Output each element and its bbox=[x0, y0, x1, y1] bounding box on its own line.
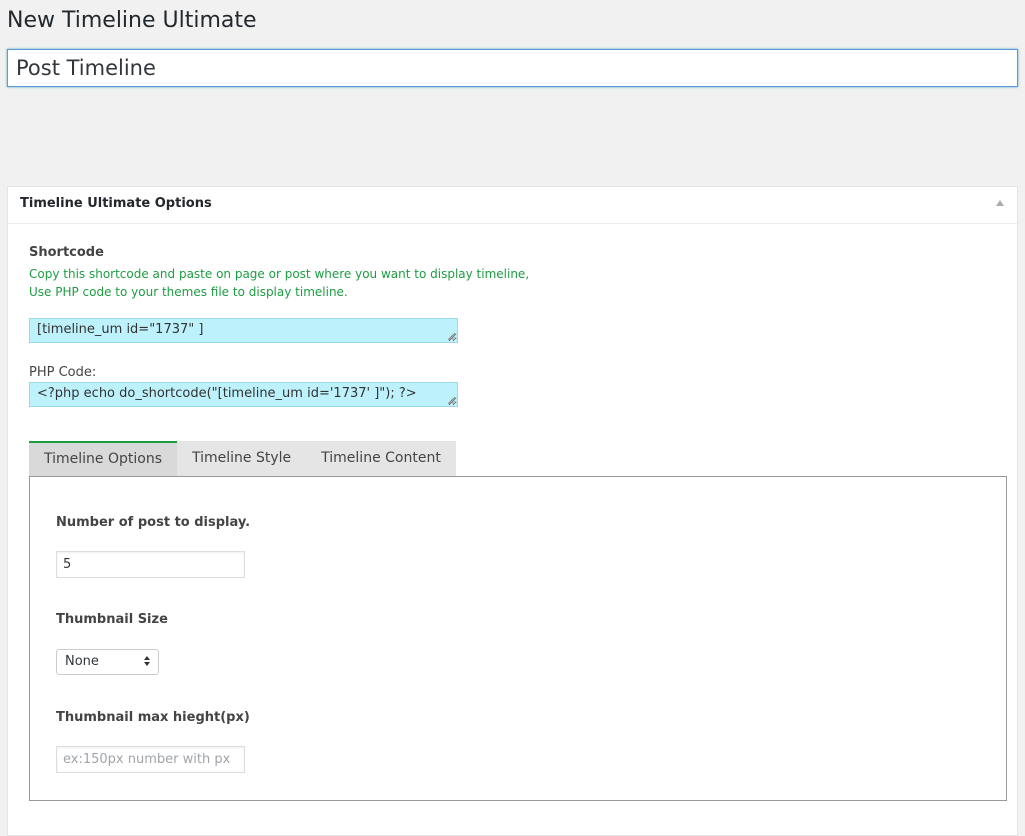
shortcode-help-line-1: Copy this shortcode and paste on page or… bbox=[29, 267, 530, 281]
metabox-header[interactable]: Timeline Ultimate Options bbox=[8, 187, 1017, 224]
thumb-size-label: Thumbnail Size bbox=[56, 612, 168, 627]
php-code-label: PHP Code: bbox=[29, 365, 97, 380]
shortcode-value: [timeline_um id="1737" ] bbox=[37, 322, 204, 337]
tab-timeline-style[interactable]: Timeline Style bbox=[177, 441, 307, 476]
num-posts-label: Number of post to display. bbox=[56, 515, 251, 530]
shortcode-label: Shortcode bbox=[29, 245, 104, 260]
thumb-size-selected: None bbox=[65, 654, 99, 669]
resize-grip-icon[interactable] bbox=[448, 333, 455, 340]
collapse-toggle-icon[interactable] bbox=[996, 200, 1004, 206]
page-title: New Timeline Ultimate bbox=[7, 8, 257, 33]
metabox-title: Timeline Ultimate Options bbox=[20, 196, 212, 211]
thumb-max-height-label: Thumbnail max hieght(px) bbox=[56, 710, 250, 725]
php-code-textarea[interactable]: <?php echo do_shortcode("[timeline_um id… bbox=[29, 382, 458, 407]
timeline-options-metabox: Timeline Ultimate Options Shortcode Copy… bbox=[7, 186, 1018, 836]
php-code-value: <?php echo do_shortcode("[timeline_um id… bbox=[37, 386, 417, 401]
tab-timeline-content[interactable]: Timeline Content bbox=[306, 441, 456, 476]
thumb-max-height-input[interactable] bbox=[56, 746, 245, 773]
tab-timeline-options[interactable]: Timeline Options bbox=[29, 441, 177, 476]
shortcode-help-line-2: Use PHP code to your themes file to disp… bbox=[29, 285, 348, 299]
post-title-input[interactable] bbox=[7, 49, 1018, 87]
resize-grip-icon[interactable] bbox=[448, 397, 455, 404]
timeline-options-panel: Number of post to display. Thumbnail Siz… bbox=[29, 476, 1007, 801]
options-tabs: Timeline Options Timeline Style Timeline… bbox=[29, 441, 456, 476]
thumb-size-select[interactable]: None bbox=[56, 649, 159, 675]
shortcode-textarea[interactable]: [timeline_um id="1737" ] bbox=[29, 318, 458, 343]
num-posts-input[interactable] bbox=[56, 551, 245, 578]
select-arrows-icon bbox=[144, 656, 152, 668]
